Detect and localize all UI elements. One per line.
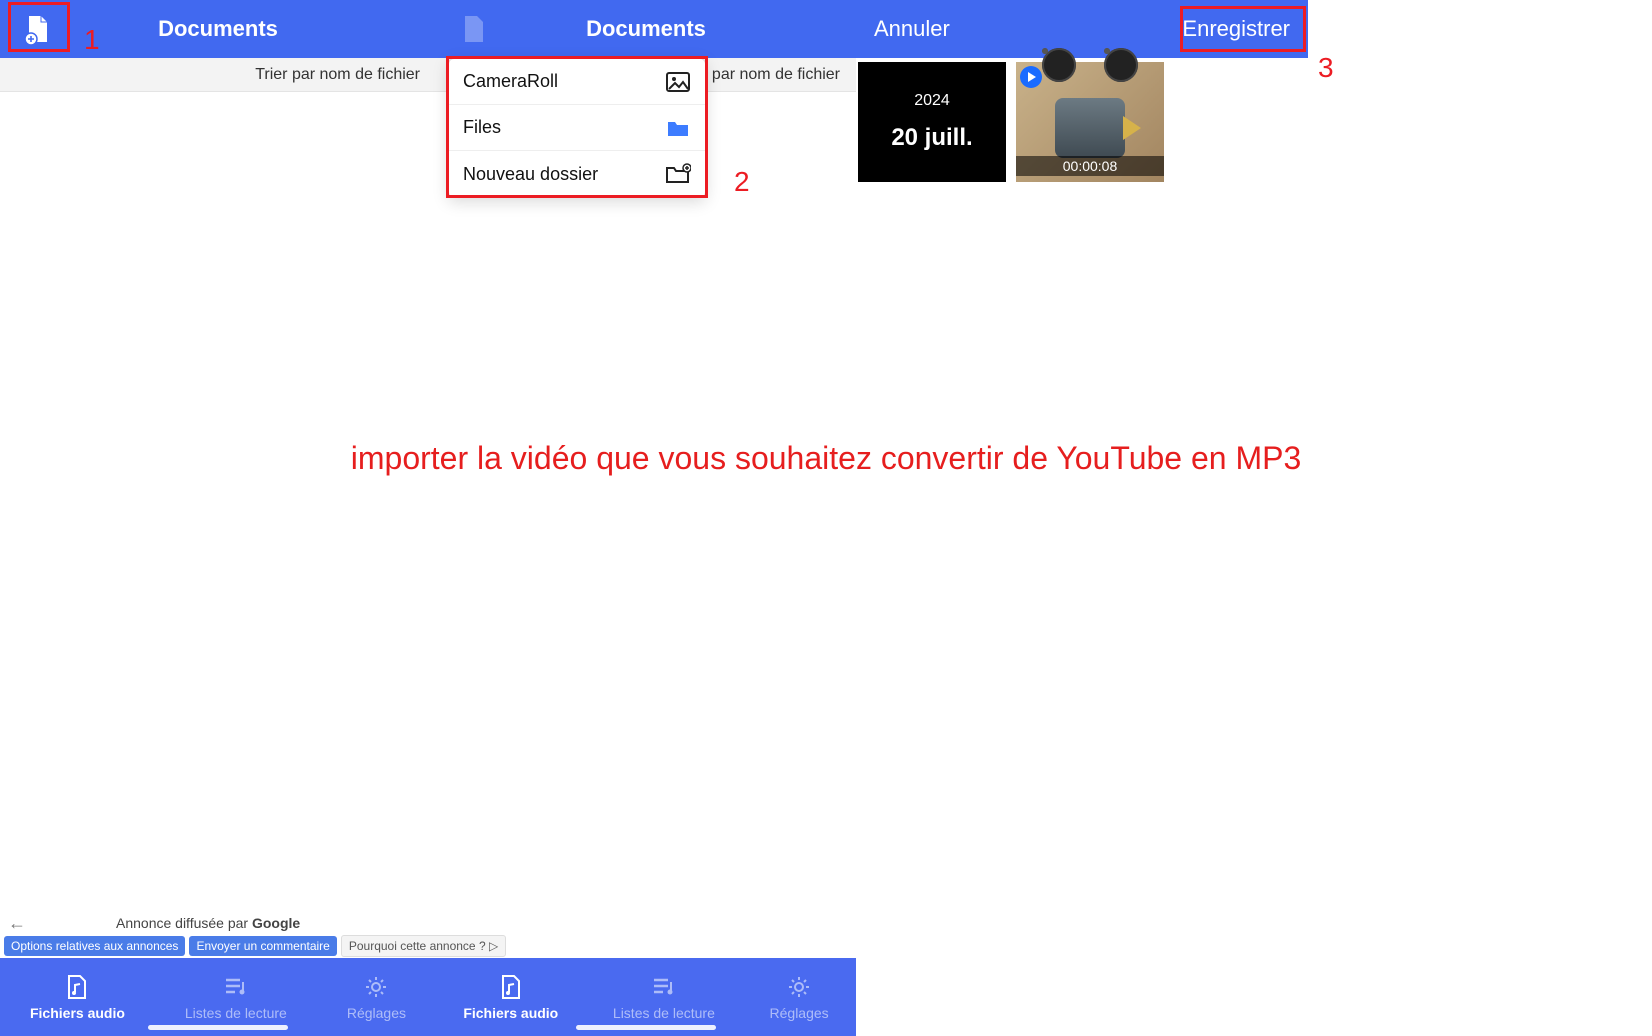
playlist-icon xyxy=(650,973,678,1001)
date-tile[interactable]: 2024 20 juill. xyxy=(858,62,1006,182)
tab-audio-files[interactable]: Fichiers audio xyxy=(463,973,558,1021)
ad-attribution-text: Annonce diffusée par Google xyxy=(116,915,300,931)
tab-label: Listes de lecture xyxy=(185,1005,287,1021)
tab-audio-files[interactable]: Fichiers audio xyxy=(30,973,125,1021)
tab-label: Fichiers audio xyxy=(30,1005,125,1021)
phone-bottom-left: ← Annonce diffusée par Google Options re… xyxy=(0,912,436,1036)
cancel-button[interactable]: Annuler xyxy=(874,16,950,42)
save-button[interactable]: Enregistrer xyxy=(1182,16,1290,42)
header-bar: Documents xyxy=(0,0,436,58)
menu-item-new-folder[interactable]: Nouveau dossier xyxy=(449,151,705,197)
menu-item-label: Files xyxy=(463,117,501,138)
play-overlay-icon xyxy=(1020,66,1042,88)
video-duration: 00:00:08 xyxy=(1016,156,1164,176)
tab-settings[interactable]: Réglages xyxy=(770,973,829,1021)
menu-item-label: Nouveau dossier xyxy=(463,164,598,185)
tab-label: Fichiers audio xyxy=(463,1005,558,1021)
header-bar: Documents xyxy=(436,0,856,58)
gear-icon xyxy=(362,973,390,1001)
ad-attribution-row: ← Annonce diffusée par Google xyxy=(0,912,436,934)
home-indicator xyxy=(576,1025,716,1030)
folder-icon xyxy=(665,115,691,141)
new-folder-icon xyxy=(665,161,691,187)
back-arrow-icon[interactable]: ← xyxy=(8,913,26,934)
playlist-icon xyxy=(222,973,250,1001)
bottom-tab-bar: Fichiers audio Listes de lecture Réglage… xyxy=(0,958,436,1036)
annotation-label-2: 2 xyxy=(734,166,750,198)
ad-options-bar: Options relatives aux annonces Envoyer u… xyxy=(0,934,436,958)
bottom-screenshots: ← Annonce diffusée par Google Options re… xyxy=(0,912,856,1036)
add-source-menu: CameraRoll Files Nouveau dossier xyxy=(448,58,706,198)
sort-label: Trier par nom de fichier xyxy=(255,66,420,84)
screenshot-panel-2: Documents ier par nom de fichier CameraR… xyxy=(436,0,856,92)
page-title: Documents xyxy=(0,16,436,42)
sort-label-partial: ier par nom de fichier xyxy=(690,66,840,84)
film-reel-icon xyxy=(1042,48,1076,82)
bottom-tab-bar: Fichiers audio Listes de lecture Réglage… xyxy=(436,958,856,1036)
home-indicator xyxy=(148,1025,288,1030)
tab-settings[interactable]: Réglages xyxy=(347,973,406,1021)
tab-playlists[interactable]: Listes de lecture xyxy=(185,973,287,1021)
gear-icon xyxy=(785,973,813,1001)
annotation-label-3: 3 xyxy=(1318,52,1334,84)
audio-file-icon xyxy=(497,973,525,1001)
tab-label: Réglages xyxy=(347,1005,406,1021)
page-title: Documents xyxy=(436,16,856,42)
video-thumbnails-row: 2024 20 juill. 00:00:08 xyxy=(856,58,1308,186)
video-thumbnail[interactable]: 00:00:08 xyxy=(1016,62,1164,182)
tab-playlists[interactable]: Listes de lecture xyxy=(613,973,715,1021)
screenshot-panel-3: Annuler Enregistrer 2024 20 juill. 00:00… xyxy=(856,0,1308,186)
ad-options-button[interactable]: Options relatives aux annonces xyxy=(4,936,185,956)
instruction-caption: importer la vidéo que vous souhaitez con… xyxy=(0,440,1652,477)
audio-file-icon xyxy=(63,973,91,1001)
menu-item-cameraroll[interactable]: CameraRoll xyxy=(449,59,705,105)
film-reel-icon xyxy=(1104,48,1138,82)
tile-date: 20 juill. xyxy=(891,124,972,152)
tab-label: Listes de lecture xyxy=(613,1005,715,1021)
projector-icon xyxy=(1055,98,1125,158)
tab-label: Réglages xyxy=(770,1005,829,1021)
tile-year: 2024 xyxy=(914,92,950,110)
annotation-label-1: 1 xyxy=(84,24,100,56)
photo-icon xyxy=(665,69,691,95)
screenshot-panel-1: Documents Trier par nom de fichier 1 xyxy=(0,0,436,92)
sort-bar[interactable]: Trier par nom de fichier xyxy=(0,58,436,92)
send-feedback-button[interactable]: Envoyer un commentaire xyxy=(189,936,336,956)
picker-header: Annuler Enregistrer xyxy=(856,0,1308,58)
menu-item-label: CameraRoll xyxy=(463,71,558,92)
phone-bottom-right: Fichiers audio Listes de lecture Réglage… xyxy=(436,912,856,1036)
menu-item-files[interactable]: Files xyxy=(449,105,705,151)
